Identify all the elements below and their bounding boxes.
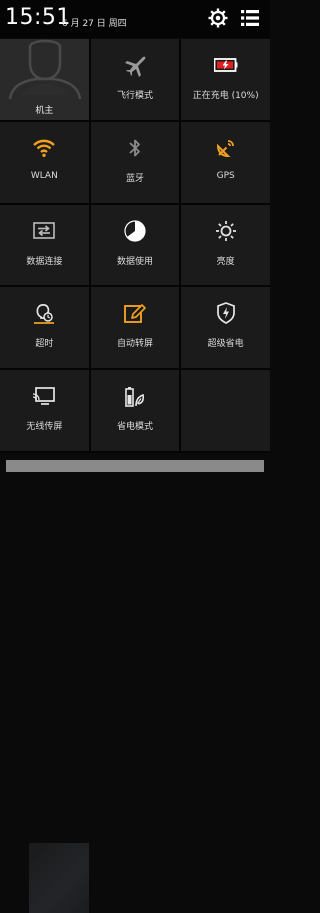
tile-label: 超时	[35, 339, 54, 350]
gps-icon	[216, 139, 234, 157]
tile-auto-rotate[interactable]: 自动转屏	[90, 287, 180, 369]
tile-data-connection[interactable]: 数据连接	[0, 204, 89, 286]
tile-label: 数据使用	[116, 256, 153, 267]
super-power-saving-icon	[216, 302, 235, 325]
quick-settings-grid: 机主 飞行模式 正在充电 (10%) WLAN 蓝牙 GPS 数据连接 数据使用…	[0, 39, 270, 913]
wallpaper-peek	[28, 843, 89, 913]
tile-airplane-mode[interactable]: 飞行模式	[90, 39, 180, 120]
tile-data-usage[interactable]: 数据使用	[90, 204, 180, 286]
tile-power-saving[interactable]: 省电模式	[90, 370, 180, 451]
tile-charging[interactable]: 正在充电 (10%)	[181, 39, 270, 120]
drag-handle[interactable]	[6, 460, 264, 472]
status-header: 15:51 6 月 27 日 周四	[0, 0, 270, 38]
timeout-icon	[34, 304, 55, 325]
battery-charging-icon	[213, 58, 238, 72]
tile-bluetooth[interactable]: 蓝牙	[90, 121, 180, 203]
tile-label: 亮度	[216, 256, 235, 267]
data-connection-icon	[33, 221, 56, 239]
tile-label: 省电模式	[116, 422, 153, 433]
data-usage-icon	[124, 219, 146, 242]
user-tile[interactable]: 机主	[0, 39, 89, 120]
tile-timeout[interactable]: 超时	[0, 287, 89, 369]
tile-label: 无线传屏	[26, 422, 63, 433]
tile-label: 飞行模式	[116, 91, 153, 101]
avatar-icon	[8, 39, 82, 99]
tile-gps[interactable]: GPS	[181, 121, 270, 203]
power-saving-icon	[125, 387, 145, 407]
empty-tile	[181, 370, 270, 451]
user-name: 机主	[35, 106, 54, 116]
tile-wlan[interactable]: WLAN	[0, 121, 89, 203]
tile-label: GPS	[216, 170, 235, 181]
tile-label: 正在充电 (10%)	[192, 91, 259, 101]
brightness-icon	[215, 220, 236, 241]
tile-label: 蓝牙	[125, 173, 144, 184]
tile-wireless-display[interactable]: 无线传屏	[0, 370, 89, 451]
tile-label: WLAN	[30, 170, 58, 181]
list-icon[interactable]	[240, 8, 260, 28]
auto-rotate-icon	[124, 304, 146, 324]
bluetooth-icon	[129, 139, 140, 157]
tile-label: 数据连接	[26, 256, 63, 267]
tile-label: 超级省电	[207, 339, 244, 350]
wireless-display-icon	[33, 387, 56, 406]
gear-icon[interactable]	[208, 8, 228, 28]
tile-super-power-saving[interactable]: 超级省电	[181, 287, 270, 369]
date: 6 月 27 日 周四	[62, 19, 127, 29]
tile-label: 自动转屏	[116, 339, 153, 350]
airplane-icon	[124, 56, 146, 77]
tile-brightness[interactable]: 亮度	[181, 204, 270, 286]
wifi-icon	[33, 139, 56, 157]
